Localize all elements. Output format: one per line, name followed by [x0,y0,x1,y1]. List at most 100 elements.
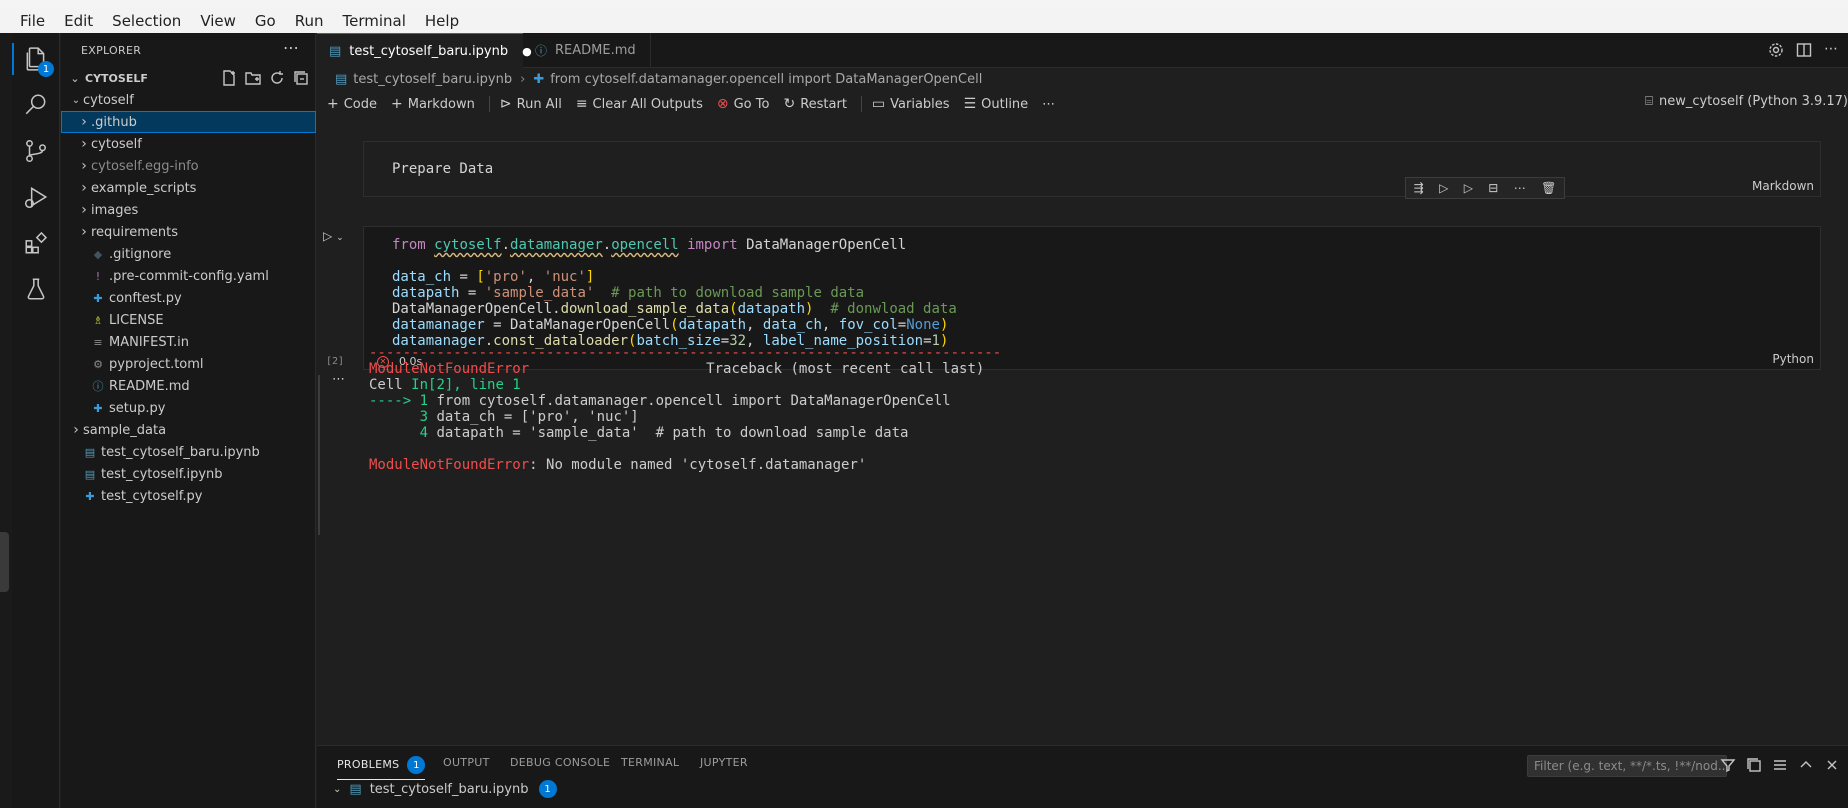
tree-item[interactable]: › cytoself.egg-info [61,155,316,177]
sidebar-more-icon[interactable]: ⋯ [283,38,299,57]
breadcrumb-file[interactable]: test_cytoself_baru.ipynb [353,72,512,87]
kernel-picker[interactable]: ⌸ new_cytoself (Python 3.9.17) [1645,94,1848,109]
tab-terminal[interactable]: TERMINAL [621,756,679,769]
cell-in-link[interactable]: In[2], line 1 [411,377,521,393]
dock-handle[interactable] [0,532,9,592]
tree-item[interactable]: › example_scripts [61,177,316,199]
breadcrumb-symbol[interactable]: from cytoself.datamanager.opencell impor… [550,72,982,87]
tree-item[interactable]: › cytoself [61,133,316,155]
run-all-button[interactable]: ⊳ Run All [500,96,562,112]
output-more-icon[interactable]: ⋯ [332,372,345,387]
run-debug-icon[interactable] [12,175,60,219]
run-cell-button[interactable]: ▷ ⌄ [323,229,344,243]
tree-item[interactable]: ◆ .gitignore [61,243,316,265]
menu-edit[interactable]: Edit [54,12,102,30]
outline-button[interactable]: ☰ Outline [964,96,1029,112]
clear-outputs-button[interactable]: ≡ Clear All Outputs [576,96,703,112]
add-markdown-button[interactable]: + Markdown [391,96,475,112]
execute-below-icon[interactable]: ▷ [1464,181,1473,195]
menu-file[interactable]: File [10,12,54,30]
menu-view[interactable]: View [190,12,245,30]
variables-button[interactable]: ▭ Variables [872,96,950,112]
tree-item[interactable]: ✚ test_cytoself.py [61,485,316,507]
search-icon[interactable] [12,83,60,127]
tree-item[interactable]: ♗ LICENSE [61,309,316,331]
output-error-message: ModuleNotFoundError: No module named 'cy… [369,457,866,473]
new-folder-icon[interactable] [245,70,261,86]
chevron-right-icon: › [73,422,79,438]
collapse-all-icon[interactable] [293,70,309,86]
markdown-cell[interactable]: Prepare Data Markdown [363,141,1821,197]
tree-item-label: pyproject.toml [109,356,204,372]
tree-item[interactable]: ⓘ README.md [61,375,316,397]
tree-item[interactable]: ▤ test_cytoself_baru.ipynb [61,441,316,463]
tree-item[interactable]: ✚ setup.py [61,397,316,419]
tab-jupyter[interactable]: JUPYTER [700,756,748,769]
cell-more-icon[interactable]: ⋯ [1514,181,1526,195]
split-editor-icon[interactable] [1796,42,1812,58]
go-to-button[interactable]: ⊗ Go To [717,96,770,112]
maximize-panel-icon[interactable] [1798,757,1814,773]
tree-item[interactable]: ! .pre-commit-config.yaml [61,265,316,287]
execute-above-icon[interactable]: ▷ [1439,181,1448,195]
menu-selection[interactable]: Selection [102,12,190,30]
chevron-right-icon: › [520,71,526,87]
tree-item[interactable]: ▤ test_cytoself.ipynb [61,463,316,485]
menu-terminal[interactable]: Terminal [333,12,415,30]
tree-item[interactable]: ≡ MANIFEST.in [61,331,316,353]
code-line-3: data_ch = ['pro', 'nuc'] [392,269,595,285]
tab-problems[interactable]: PROBLEMS 1 [337,756,426,780]
tree-item[interactable]: › images [61,199,316,221]
source-control-icon[interactable] [12,129,60,173]
extensions-icon[interactable] [12,221,60,265]
arrow-marker: ----> 1 [369,393,437,409]
problems-filter-input[interactable]: Filter (e.g. text, **/*.ts, !**/nod... [1527,755,1727,777]
tree-item[interactable]: › .github [61,111,316,133]
file-icon: ✚ [93,401,103,415]
tab-debug-console[interactable]: DEBUG CONSOLE [510,756,610,769]
menu-run[interactable]: Run [285,12,333,30]
tree-item-label: example_scripts [91,180,197,196]
close-panel-icon[interactable] [1824,757,1840,773]
view-as-list-icon[interactable] [1772,757,1788,773]
problem-file-row[interactable]: ⌄ ▤ test_cytoself_baru.ipynb 1 [333,780,557,798]
tab-output[interactable]: OUTPUT [443,756,490,769]
delete-cell-icon[interactable]: 🗑 [1541,181,1556,195]
restart-button[interactable]: ↻ Restart [783,96,846,112]
cell-language[interactable]: Markdown [1752,179,1814,193]
error-circle-icon: ⊗ [716,96,729,112]
files-icon[interactable]: 1 [12,37,60,81]
filter-icon[interactable] [1720,757,1736,773]
split-cell-icon[interactable]: ⊟ [1488,181,1498,195]
problem-file-name: test_cytoself_baru.ipynb [369,781,529,797]
testing-icon[interactable] [12,267,60,311]
tree-item[interactable]: › requirements [61,221,316,243]
add-code-button[interactable]: + Code [327,96,377,112]
cell-language[interactable]: Python [1772,352,1814,366]
editor-area: ▤ test_cytoself_baru.ipynb ● ⓘ README.md… [317,33,1848,745]
restart-icon: ↻ [783,96,796,112]
new-file-icon[interactable] [221,70,237,86]
tree-item[interactable]: ✚ conftest.py [61,287,316,309]
tab-test-cytoself-baru[interactable]: ▤ test_cytoself_baru.ipynb ● [317,33,532,68]
menu-help[interactable]: Help [415,12,468,30]
tree-item[interactable]: ⚙ pyproject.toml [61,353,316,375]
tree-item[interactable]: › sample_data [61,419,316,441]
clear-outputs-label: Clear All Outputs [592,96,703,112]
toolbar-more-button[interactable]: ⋯ [1042,97,1055,112]
run-by-line-icon[interactable]: ⇶ [1414,181,1424,195]
code-line-1: from cytoself.datamanager.opencell impor… [392,237,907,253]
tree-item-label: sample_data [83,422,167,438]
tab-readme[interactable]: ⓘ README.md [523,33,651,68]
output-line-3: 3 data_ch = ['pro', 'nuc'] [369,409,639,425]
tree-item-label: requirements [91,224,178,240]
more-actions-icon[interactable]: ⋯ [1824,42,1840,58]
collapse-all-icon[interactable] [1746,757,1762,773]
menu-go[interactable]: Go [245,12,285,30]
trace-code: from cytoself.datamanager.opencell impor… [436,393,951,409]
tree-item[interactable]: ⌄ cytoself [61,89,316,111]
run-all-label: Run All [516,96,562,112]
gear-icon[interactable] [1768,42,1784,58]
refresh-icon[interactable] [269,70,285,86]
activity-bar: 1 [12,33,60,808]
